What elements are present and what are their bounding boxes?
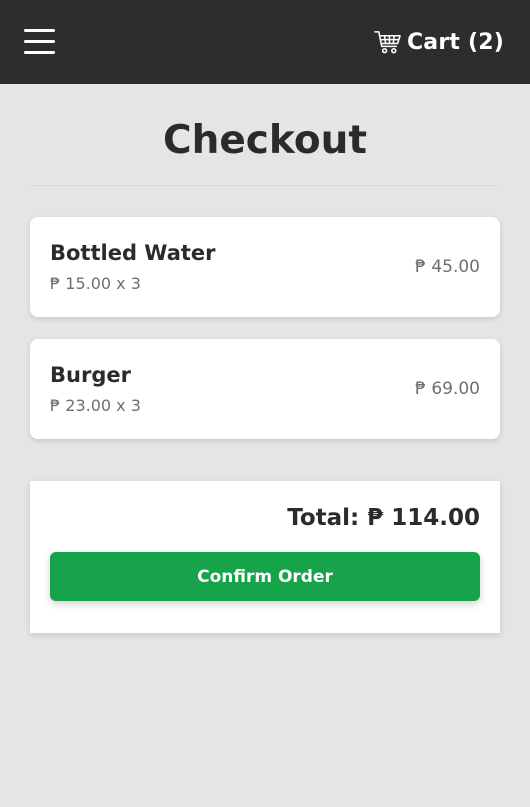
item-line-total: ₱ 69.00 [415,379,480,399]
title-divider [30,185,500,186]
page-title: Checkout [162,118,368,163]
hamburger-menu-icon-line [24,40,55,43]
menu-button[interactable] [24,28,55,55]
shopping-cart-icon [374,30,401,53]
item-price-quantity: ₱ 23.00 x 3 [50,396,141,415]
item-line-total: ₱ 45.00 [415,257,480,277]
item-name: Bottled Water [50,241,216,265]
cart-label: Cart (2) [406,29,504,55]
top-navigation-bar: Cart (2) [0,0,530,84]
item-name: Burger [50,363,131,387]
hamburger-menu-icon-line [24,51,55,54]
cart-item-card: Burger ₱ 23.00 x 3 ₱ 69.00 [30,339,500,439]
item-price-quantity: ₱ 15.00 x 3 [50,274,141,293]
order-total: Total: ₱ 114.00 [287,505,480,531]
cart-button[interactable]: Cart (2) [374,26,504,58]
order-summary: Total: ₱ 114.00 Confirm Order [30,481,500,633]
confirm-order-button[interactable]: Confirm Order [50,552,480,601]
hamburger-menu-icon [24,29,55,32]
cart-item-card: Bottled Water ₱ 15.00 x 3 ₱ 45.00 [30,217,500,317]
